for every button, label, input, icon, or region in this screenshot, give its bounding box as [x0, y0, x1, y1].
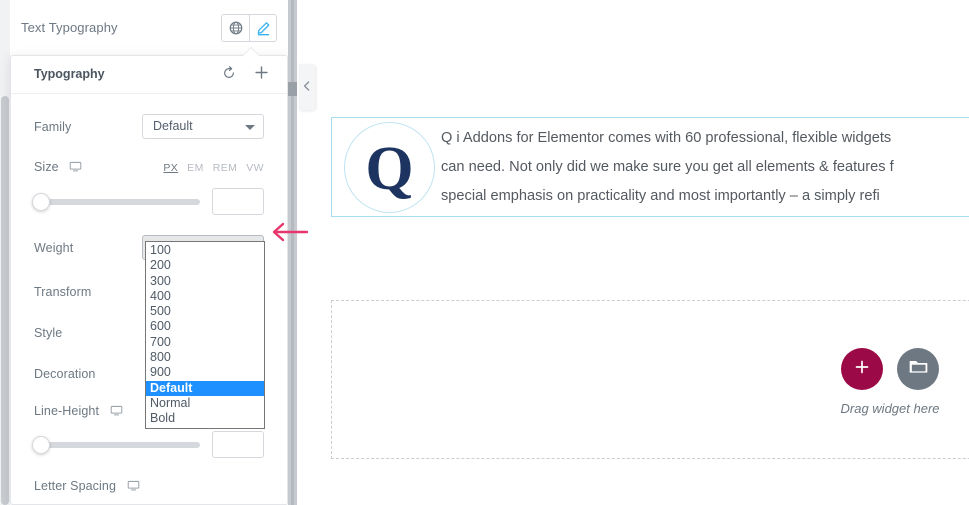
size-slider-row	[11, 188, 287, 215]
weight-option[interactable]: 300	[146, 274, 264, 289]
style-label: Style	[34, 326, 63, 340]
line-height-label: Line-Height	[34, 404, 100, 418]
unit-rem[interactable]: REM	[213, 162, 238, 174]
reset-icon	[222, 65, 236, 85]
decoration-label: Decoration	[34, 367, 96, 381]
weight-option[interactable]: Normal	[146, 396, 264, 411]
size-label-wrap: Size	[34, 160, 82, 176]
edit-style-button[interactable]	[249, 15, 276, 41]
add-widget-button[interactable]	[841, 348, 883, 390]
panel-resize-grip[interactable]	[288, 82, 297, 96]
family-select-value: Default	[153, 119, 193, 133]
add-template-button[interactable]	[897, 348, 939, 390]
line-height-slider-handle[interactable]	[32, 435, 50, 454]
weight-option[interactable]: 200	[146, 258, 264, 273]
widget-text-line: Q i Addons for Elementor comes with 60 p…	[441, 129, 892, 146]
annotation-arrow	[266, 219, 309, 250]
elementor-editor-screen: Text Typography Typography Family Defaul…	[0, 0, 969, 505]
transform-label: Transform	[34, 285, 92, 299]
size-label: Size	[34, 160, 59, 174]
size-number-input[interactable]	[212, 188, 264, 215]
weight-option[interactable]: 600	[146, 319, 264, 334]
typography-popover-title: Typography	[34, 67, 105, 81]
pencil-icon	[256, 21, 271, 36]
widget-logo-letter: Q	[365, 135, 414, 203]
weight-option[interactable]: Default	[146, 380, 264, 396]
size-slider-handle[interactable]	[32, 192, 50, 211]
widget-text: Q i Addons for Elementor comes with 60 p…	[441, 124, 969, 211]
family-control-row: Family Default	[11, 114, 287, 139]
line-height-slider[interactable]	[32, 435, 200, 454]
panel-collapse-handle[interactable]	[299, 64, 315, 110]
letter-spacing-label-wrap: Letter Spacing	[34, 479, 140, 495]
widget-text-line: special emphasis on practicality and mos…	[441, 187, 880, 204]
weight-option[interactable]: Bold	[146, 411, 264, 426]
drop-zone-caption: Drag widget here	[840, 401, 940, 416]
weight-label: Weight	[34, 240, 74, 255]
letter-spacing-label: Letter Spacing	[34, 479, 117, 493]
typography-icon-group	[221, 14, 277, 42]
panel-scrollbar[interactable]	[0, 0, 10, 505]
line-height-slider-row	[11, 431, 287, 458]
unit-px[interactable]: PX	[163, 162, 178, 174]
drop-zone-actions	[841, 348, 939, 390]
letter-spacing-control-row: Letter Spacing	[11, 479, 287, 495]
family-label: Family	[34, 119, 72, 134]
size-unit-switcher: PX EM REM VW	[163, 162, 264, 174]
weight-option[interactable]: 800	[146, 350, 264, 365]
typography-popover-header: Typography	[11, 56, 287, 94]
typography-popover-actions	[216, 62, 274, 88]
device-monitor-icon[interactable]	[110, 405, 123, 420]
editor-canvas: Q Q i Addons for Elementor comes with 60…	[298, 0, 969, 505]
reset-style-button[interactable]	[216, 62, 242, 88]
panel-scrollbar-thumb[interactable]	[1, 96, 9, 505]
weight-option[interactable]: 700	[146, 335, 264, 350]
panel-resize-divider-inner	[291, 0, 294, 505]
add-style-button[interactable]	[248, 62, 274, 88]
control-header-label: Text Typography	[21, 20, 118, 35]
weight-option[interactable]: 100	[146, 243, 264, 258]
weight-option[interactable]: 400	[146, 289, 264, 304]
size-control-row: Size PX EM REM VW	[11, 160, 287, 176]
size-slider[interactable]	[32, 192, 200, 211]
unit-em[interactable]: EM	[187, 162, 204, 174]
chevron-down-icon	[245, 125, 255, 130]
globe-button[interactable]	[222, 15, 249, 41]
popover-caret	[243, 48, 259, 56]
weight-option[interactable]: 900	[146, 365, 264, 380]
globe-icon	[229, 21, 243, 35]
device-monitor-icon[interactable]	[127, 480, 140, 495]
weight-option[interactable]: 500	[146, 304, 264, 319]
widget-text-line: can need. Not only did we make sure you …	[441, 158, 894, 175]
selected-widget[interactable]: Q Q i Addons for Elementor comes with 60…	[331, 117, 969, 217]
line-height-label-wrap: Line-Height	[34, 404, 123, 420]
weight-dropdown-list[interactable]: 100 200 300 400 500 600 700 800 900 Default Normal…	[145, 241, 265, 429]
unit-vw[interactable]: VW	[246, 162, 264, 174]
line-height-number-input[interactable]	[212, 431, 264, 458]
plus-icon	[254, 65, 269, 85]
widget-logo-circle: Q	[344, 121, 435, 213]
family-select[interactable]: Default	[142, 114, 264, 139]
chevron-left-icon	[303, 78, 311, 96]
device-monitor-icon[interactable]	[69, 161, 82, 176]
folder-icon	[909, 358, 928, 380]
plus-icon	[854, 359, 870, 380]
